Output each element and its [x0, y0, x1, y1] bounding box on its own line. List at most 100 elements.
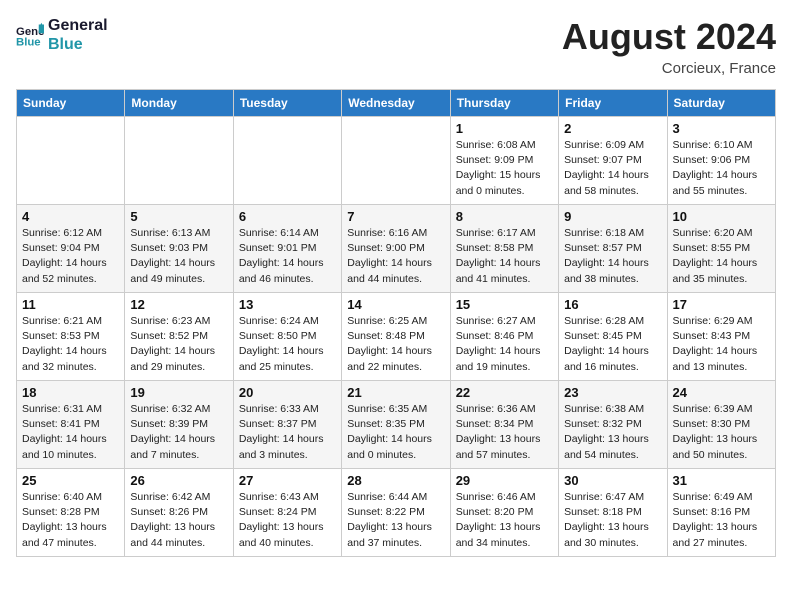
cell-info: Sunrise: 6:17 AM Sunset: 8:58 PM Dayligh…	[456, 226, 553, 287]
calendar-cell: 5Sunrise: 6:13 AM Sunset: 9:03 PM Daylig…	[125, 205, 233, 293]
day-number: 23	[564, 385, 661, 400]
day-number: 3	[673, 121, 770, 136]
day-number: 27	[239, 473, 336, 488]
day-number: 16	[564, 297, 661, 312]
calendar-cell: 8 Sunrise: 6:17 AM Sunset: 8:58 PM Daylig…	[450, 205, 558, 293]
calendar-cell: 14 Sunrise: 6:25 AM Sunset: 8:48 PM Dayli…	[342, 293, 450, 381]
calendar-cell	[233, 117, 341, 205]
col-header-sunday: Sunday	[17, 90, 125, 117]
col-header-wednesday: Wednesday	[342, 90, 450, 117]
cell-info: Sunrise: 6:47 AM Sunset: 8:18 PM Dayligh…	[564, 490, 661, 551]
logo: General Blue General Blue	[16, 16, 108, 54]
cell-info: Sunrise: 6:33 AM Sunset: 8:37 PM Dayligh…	[239, 402, 336, 463]
calendar-cell: 15 Sunrise: 6:27 AM Sunset: 8:46 PM Dayli…	[450, 293, 558, 381]
cell-info: Sunrise: 6:44 AM Sunset: 8:22 PM Dayligh…	[347, 490, 444, 551]
day-number: 1	[456, 121, 553, 136]
calendar-cell: 26 Sunrise: 6:42 AM Sunset: 8:26 PM Dayli…	[125, 469, 233, 557]
logo-line1: General	[48, 16, 108, 35]
cell-info: Sunrise: 6:28 AM Sunset: 8:45 PM Dayligh…	[564, 314, 661, 375]
cell-info: Sunrise: 6:39 AM Sunset: 8:30 PM Dayligh…	[673, 402, 770, 463]
cell-info: Sunrise: 6:14 AM Sunset: 9:01 PM Dayligh…	[239, 226, 336, 287]
day-number: 2	[564, 121, 661, 136]
calendar-cell: 18 Sunrise: 6:31 AM Sunset: 8:41 PM Dayli…	[17, 381, 125, 469]
cell-info: Sunrise: 6:46 AM Sunset: 8:20 PM Dayligh…	[456, 490, 553, 551]
calendar-table: SundayMondayTuesdayWednesdayThursdayFrid…	[16, 89, 776, 557]
cell-info: Sunrise: 6:38 AM Sunset: 8:32 PM Dayligh…	[564, 402, 661, 463]
col-header-monday: Monday	[125, 90, 233, 117]
day-number: 13	[239, 297, 336, 312]
calendar-cell: 20 Sunrise: 6:33 AM Sunset: 8:37 PM Dayli…	[233, 381, 341, 469]
col-header-thursday: Thursday	[450, 90, 558, 117]
day-number: 24	[673, 385, 770, 400]
cell-info: Sunrise: 6:27 AM Sunset: 8:46 PM Dayligh…	[456, 314, 553, 375]
calendar-cell: 12Sunrise: 6:23 AM Sunset: 8:52 PM Dayli…	[125, 293, 233, 381]
cell-info: Sunrise: 6:10 AM Sunset: 9:06 PM Dayligh…	[673, 138, 770, 199]
calendar-cell: 27 Sunrise: 6:43 AM Sunset: 8:24 PM Dayli…	[233, 469, 341, 557]
week-row-2: 11Sunrise: 6:21 AM Sunset: 8:53 PM Dayli…	[17, 293, 776, 381]
cell-info: Sunrise: 6:29 AM Sunset: 8:43 PM Dayligh…	[673, 314, 770, 375]
day-number: 20	[239, 385, 336, 400]
day-number: 28	[347, 473, 444, 488]
day-number: 14	[347, 297, 444, 312]
calendar-cell: 30 Sunrise: 6:47 AM Sunset: 8:18 PM Dayli…	[559, 469, 667, 557]
day-number: 26	[130, 473, 227, 488]
calendar-cell: 4 Sunrise: 6:12 AM Sunset: 9:04 PM Daylig…	[17, 205, 125, 293]
calendar-cell: 11Sunrise: 6:21 AM Sunset: 8:53 PM Dayli…	[17, 293, 125, 381]
title-block: August 2024 Corcieux, France	[562, 16, 776, 77]
col-header-saturday: Saturday	[667, 90, 775, 117]
week-row-0: 1 Sunrise: 6:08 AM Sunset: 9:09 PM Daylig…	[17, 117, 776, 205]
calendar-cell	[125, 117, 233, 205]
cell-info: Sunrise: 6:42 AM Sunset: 8:26 PM Dayligh…	[130, 490, 227, 551]
day-number: 6	[239, 209, 336, 224]
cell-info: Sunrise: 6:08 AM Sunset: 9:09 PM Dayligh…	[456, 138, 553, 199]
day-number: 8	[456, 209, 553, 224]
day-number: 17	[673, 297, 770, 312]
day-number: 15	[456, 297, 553, 312]
day-number: 30	[564, 473, 661, 488]
calendar-cell: 3 Sunrise: 6:10 AM Sunset: 9:06 PM Daylig…	[667, 117, 775, 205]
cell-info: Sunrise: 6:12 AM Sunset: 9:04 PM Dayligh…	[22, 226, 119, 287]
calendar-cell: 31 Sunrise: 6:49 AM Sunset: 8:16 PM Dayli…	[667, 469, 775, 557]
day-number: 22	[456, 385, 553, 400]
calendar-cell: 24 Sunrise: 6:39 AM Sunset: 8:30 PM Dayli…	[667, 381, 775, 469]
day-number: 19	[130, 385, 227, 400]
calendar-cell: 10 Sunrise: 6:20 AM Sunset: 8:55 PM Dayli…	[667, 205, 775, 293]
cell-info: Sunrise: 6:35 AM Sunset: 8:35 PM Dayligh…	[347, 402, 444, 463]
calendar-cell: 1 Sunrise: 6:08 AM Sunset: 9:09 PM Daylig…	[450, 117, 558, 205]
cell-info: Sunrise: 6:43 AM Sunset: 8:24 PM Dayligh…	[239, 490, 336, 551]
calendar-cell: 28 Sunrise: 6:44 AM Sunset: 8:22 PM Dayli…	[342, 469, 450, 557]
svg-text:Blue: Blue	[16, 37, 41, 49]
calendar-cell	[342, 117, 450, 205]
cell-info: Sunrise: 6:23 AM Sunset: 8:52 PM Dayligh…	[130, 314, 227, 375]
calendar-cell: 13 Sunrise: 6:24 AM Sunset: 8:50 PM Dayli…	[233, 293, 341, 381]
calendar-cell	[17, 117, 125, 205]
calendar-cell: 25Sunrise: 6:40 AM Sunset: 8:28 PM Dayli…	[17, 469, 125, 557]
day-number: 25	[22, 473, 119, 488]
day-number: 31	[673, 473, 770, 488]
cell-info: Sunrise: 6:32 AM Sunset: 8:39 PM Dayligh…	[130, 402, 227, 463]
day-number: 5	[130, 209, 227, 224]
col-header-tuesday: Tuesday	[233, 90, 341, 117]
calendar-cell: 21Sunrise: 6:35 AM Sunset: 8:35 PM Dayli…	[342, 381, 450, 469]
cell-info: Sunrise: 6:36 AM Sunset: 8:34 PM Dayligh…	[456, 402, 553, 463]
calendar-cell: 16 Sunrise: 6:28 AM Sunset: 8:45 PM Dayli…	[559, 293, 667, 381]
day-number: 11	[22, 297, 119, 312]
day-number: 4	[22, 209, 119, 224]
day-number: 29	[456, 473, 553, 488]
cell-info: Sunrise: 6:18 AM Sunset: 8:57 PM Dayligh…	[564, 226, 661, 287]
calendar-cell: 7Sunrise: 6:16 AM Sunset: 9:00 PM Daylig…	[342, 205, 450, 293]
logo-icon: General Blue	[16, 21, 44, 49]
calendar-cell: 6 Sunrise: 6:14 AM Sunset: 9:01 PM Daylig…	[233, 205, 341, 293]
day-number: 10	[673, 209, 770, 224]
day-number: 18	[22, 385, 119, 400]
cell-info: Sunrise: 6:25 AM Sunset: 8:48 PM Dayligh…	[347, 314, 444, 375]
calendar-cell: 29 Sunrise: 6:46 AM Sunset: 8:20 PM Dayli…	[450, 469, 558, 557]
cell-info: Sunrise: 6:31 AM Sunset: 8:41 PM Dayligh…	[22, 402, 119, 463]
day-number: 7	[347, 209, 444, 224]
cell-info: Sunrise: 6:49 AM Sunset: 8:16 PM Dayligh…	[673, 490, 770, 551]
cell-info: Sunrise: 6:20 AM Sunset: 8:55 PM Dayligh…	[673, 226, 770, 287]
week-row-4: 25Sunrise: 6:40 AM Sunset: 8:28 PM Dayli…	[17, 469, 776, 557]
logo-line2: Blue	[48, 35, 108, 54]
cell-info: Sunrise: 6:09 AM Sunset: 9:07 PM Dayligh…	[564, 138, 661, 199]
cell-info: Sunrise: 6:24 AM Sunset: 8:50 PM Dayligh…	[239, 314, 336, 375]
